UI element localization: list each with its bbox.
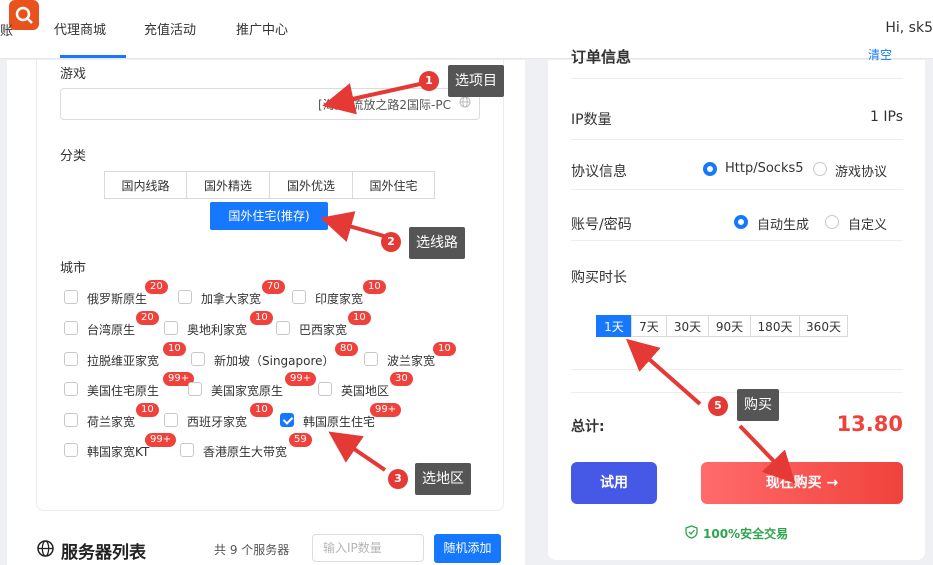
annotation-step-2: 2 <box>381 232 401 252</box>
annotation-arrow-1 <box>322 82 421 115</box>
annotation-label-3: 选地区 <box>415 463 471 495</box>
annotation-arrow-5b <box>738 424 796 484</box>
annotation-step-5: 5 <box>708 396 728 416</box>
annotation-arrow-2 <box>320 211 385 242</box>
annotation-arrow-5a <box>626 338 702 406</box>
annotation-arrow-3 <box>328 431 387 472</box>
annotation-step-1: 1 <box>419 71 439 91</box>
annotation-label-2: 选线路 <box>409 227 465 259</box>
annotation-label-1: 选项目 <box>448 65 504 97</box>
annotation-step-3: 3 <box>388 469 408 489</box>
annotation-label-5: 购买 <box>737 389 779 421</box>
